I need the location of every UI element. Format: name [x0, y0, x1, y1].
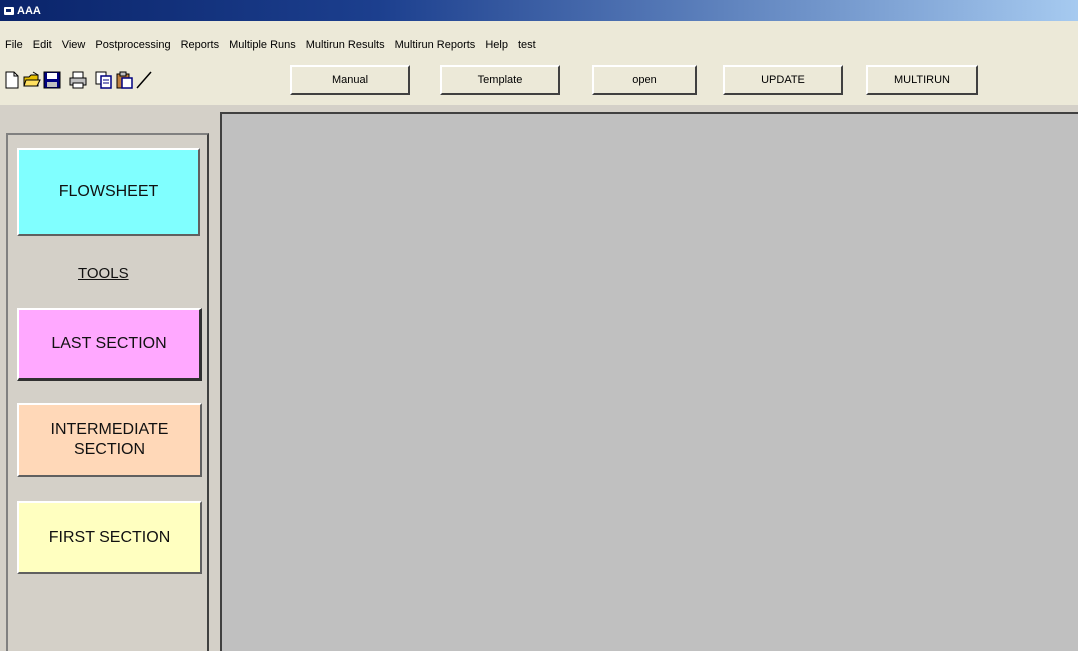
- menu-postprocessing[interactable]: Postprocessing: [90, 39, 175, 51]
- save-icon[interactable]: [42, 70, 62, 90]
- intermediate-section-label-line1: INTERMEDIATE: [50, 421, 169, 438]
- menu-multiple-runs[interactable]: Multiple Runs: [224, 39, 301, 51]
- window-title: AAA: [17, 4, 41, 17]
- new-file-icon[interactable]: [2, 70, 22, 90]
- toolbar: Manual Template open UPDATE MULTIRUN: [0, 55, 1078, 105]
- draw-line-icon[interactable]: [134, 70, 154, 90]
- multirun-button[interactable]: MULTIRUN: [866, 65, 978, 95]
- menu-multirun-reports[interactable]: Multirun Reports: [390, 39, 481, 51]
- menu-multirun-results[interactable]: Multirun Results: [301, 39, 390, 51]
- print-icon[interactable]: [68, 70, 88, 90]
- open-folder-icon[interactable]: [22, 70, 42, 90]
- paste-icon[interactable]: [114, 70, 134, 90]
- menu-file[interactable]: File: [0, 39, 28, 51]
- last-section-button[interactable]: LAST SECTION: [17, 308, 202, 381]
- menu-test[interactable]: test: [513, 39, 541, 51]
- intermediate-section-button[interactable]: INTERMEDIATE SECTION: [17, 403, 202, 477]
- menu-view[interactable]: View: [57, 39, 91, 51]
- menu-strip-background: [0, 21, 1078, 35]
- open-button[interactable]: open: [592, 65, 697, 95]
- menu-bar: File Edit View Postprocessing Reports Mu…: [0, 35, 1078, 55]
- sidebar-panel: FLOWSHEET TOOLS LAST SECTION INTERMEDIAT…: [0, 105, 220, 651]
- title-bar[interactable]: AAA: [0, 0, 1078, 21]
- template-button[interactable]: Template: [440, 65, 560, 95]
- app-icon: [4, 6, 14, 15]
- update-button[interactable]: UPDATE: [723, 65, 843, 95]
- manual-button[interactable]: Manual: [290, 65, 410, 95]
- flowsheet-button[interactable]: FLOWSHEET: [17, 148, 200, 236]
- first-section-button[interactable]: FIRST SECTION: [17, 501, 202, 574]
- menu-edit[interactable]: Edit: [28, 39, 57, 51]
- app-window: AAA File Edit View Postprocessing Report…: [0, 0, 1078, 651]
- menu-help[interactable]: Help: [480, 39, 513, 51]
- copy-icon[interactable]: [94, 70, 114, 90]
- tools-label: TOOLS: [78, 265, 129, 282]
- main-canvas-area[interactable]: [220, 112, 1078, 651]
- intermediate-section-label-line2: SECTION: [73, 441, 146, 458]
- menu-reports[interactable]: Reports: [176, 39, 225, 51]
